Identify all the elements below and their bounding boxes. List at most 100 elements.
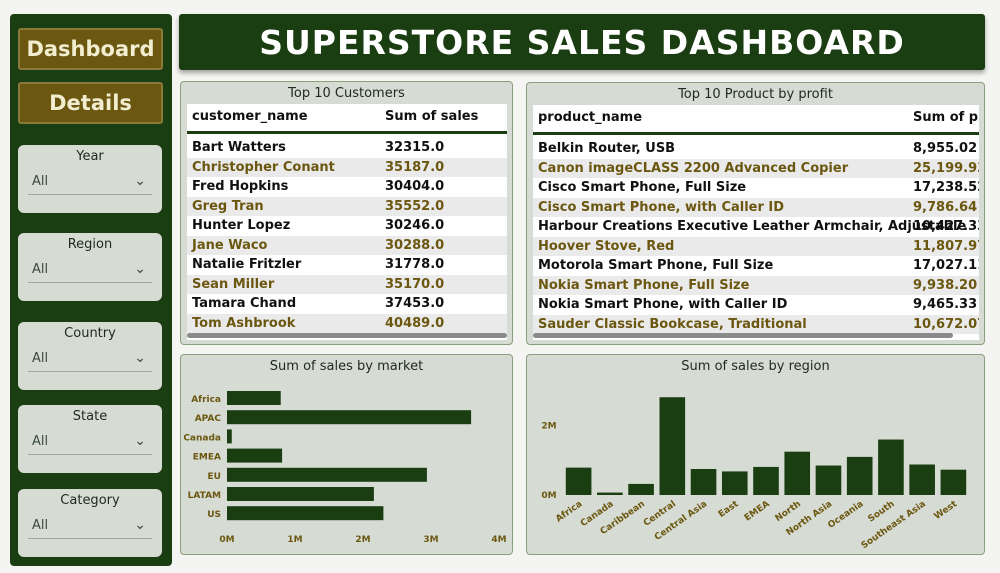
table-cell: 30288.0: [385, 237, 445, 253]
table-row[interactable]: Tom Ashbrook 40489.0: [187, 313, 507, 333]
table-cell: 35187.0: [385, 159, 445, 175]
bar[interactable]: [846, 456, 873, 495]
sales-by-region-chart: AfricaCanadaCaribbeanCentralCentral Asia…: [541, 397, 967, 551]
x-tick-label: 4M: [491, 535, 506, 545]
table-cell: 9,938.20: [913, 277, 978, 293]
table-cell: 17,027.11: [913, 258, 979, 273]
table-row[interactable]: Cisco Smart Phone, Full Size 17,238.52: [533, 178, 979, 198]
bar[interactable]: [628, 483, 654, 495]
bar[interactable]: [227, 391, 281, 405]
dropdown-value: All: [32, 262, 49, 277]
table-cell: Christopher Conant: [192, 159, 335, 175]
bar[interactable]: [659, 397, 686, 495]
bar[interactable]: [878, 439, 904, 495]
table-cell: Hunter Lopez: [192, 218, 291, 233]
chevron-down-icon: ⌄: [134, 261, 146, 277]
bar[interactable]: [227, 487, 374, 501]
table-cell: Tom Ashbrook: [192, 315, 296, 331]
table-row[interactable]: Motorola Smart Phone, Full Size 17,027.11: [533, 256, 979, 276]
table-cell: Fred Hopkins: [192, 179, 289, 194]
bar[interactable]: [227, 467, 427, 482]
table-row[interactable]: Nokia Smart Phone, Full Size 9,938.20: [533, 275, 979, 295]
bar[interactable]: [753, 466, 779, 495]
category-label: US: [207, 510, 221, 520]
table-row[interactable]: Bart Watters 32315.0: [187, 138, 507, 158]
column-header-product-name[interactable]: product_name: [538, 110, 642, 125]
bar[interactable]: [784, 451, 811, 495]
bar[interactable]: [227, 506, 384, 521]
category-dropdown[interactable]: All ⌄: [28, 513, 152, 539]
chevron-down-icon: ⌄: [134, 517, 146, 533]
column-header-sum-of-sales[interactable]: Sum of sales: [385, 109, 478, 124]
table-cell: Greg Tran: [192, 198, 264, 214]
x-tick-label: 1M: [287, 535, 302, 545]
table-cell: 25,199.93: [913, 160, 979, 176]
table-row[interactable]: Cisco Smart Phone, with Caller ID 9,786.6…: [533, 197, 979, 217]
dropdown-value: All: [32, 174, 49, 189]
products-table[interactable]: product_name Sum of pr Belkin Router, US…: [533, 105, 979, 340]
customers-table[interactable]: customer_name Sum of sales Bart Watters 3…: [187, 104, 507, 340]
table-cell: 8,955.02: [913, 141, 978, 156]
bar[interactable]: [227, 410, 472, 425]
top-products-panel: Top 10 Product by profit product_name Su…: [526, 82, 985, 345]
bar[interactable]: [227, 429, 232, 444]
bar[interactable]: [815, 465, 842, 495]
table-row[interactable]: Sean Miller 35170.0: [187, 274, 507, 294]
bar[interactable]: [940, 469, 967, 495]
table-row[interactable]: Hoover Stove, Red 11,807.97: [533, 236, 979, 256]
category-label: Oceania: [826, 499, 865, 531]
table-cell: 35170.0: [385, 276, 445, 292]
country-dropdown[interactable]: All ⌄: [28, 346, 152, 372]
table-row[interactable]: Jane Waco 30288.0: [187, 235, 507, 255]
chevron-down-icon: ⌄: [134, 350, 146, 366]
table-cell: 10,672.07: [913, 316, 979, 332]
bar[interactable]: [227, 448, 283, 463]
column-header-sum-of-profit[interactable]: Sum of pr: [913, 110, 979, 125]
region-dropdown[interactable]: All ⌄: [28, 257, 152, 283]
table-cell: Nokia Smart Phone, Full Size: [538, 277, 750, 293]
column-header-customer-name[interactable]: customer_name: [192, 109, 308, 124]
table-cell: Sauder Classic Bookcase, Traditional: [538, 316, 807, 332]
chevron-down-icon: ⌄: [134, 433, 146, 449]
table-row[interactable]: Belkin Router, USB 8,955.02: [533, 139, 979, 159]
category-label: EU: [208, 472, 221, 482]
table-row[interactable]: Nokia Smart Phone, with Caller ID 9,465.3…: [533, 295, 979, 315]
horizontal-scrollbar[interactable]: [187, 333, 507, 338]
bar[interactable]: [690, 469, 717, 495]
table-cell: 30404.0: [385, 179, 445, 194]
table-cell: Sean Miller: [192, 276, 275, 292]
table-cell: Motorola Smart Phone, Full Size: [538, 258, 774, 273]
table-cell: 40489.0: [385, 315, 445, 331]
year-dropdown[interactable]: All ⌄: [28, 169, 152, 195]
category-label: EMEA: [193, 453, 221, 463]
slicer-title: Category: [60, 493, 120, 508]
state-dropdown[interactable]: All ⌄: [28, 429, 152, 455]
table-row[interactable]: Christopher Conant 35187.0: [187, 157, 507, 177]
table-cell: 35552.0: [385, 198, 445, 214]
sales-by-region-panel: Sum of sales by region Africa Canada Carib…: [526, 354, 985, 555]
table-cell: Canon imageCLASS 2200 Advanced Copier: [538, 160, 849, 176]
table-row[interactable]: Canon imageCLASS 2200 Advanced Copier 25,…: [533, 158, 979, 178]
table-row[interactable]: Fred Hopkins 30404.0: [187, 177, 507, 197]
table-row[interactable]: Greg Tran 35552.0: [187, 196, 507, 216]
horizontal-scrollbar[interactable]: [533, 333, 953, 338]
table-row[interactable]: Natalie Fritzler 31778.0: [187, 255, 507, 275]
category-label: LATAM: [188, 491, 221, 501]
bar[interactable]: [565, 467, 592, 495]
table-cell: Tamara Chand: [192, 296, 297, 311]
bar[interactable]: [909, 464, 935, 495]
table-row[interactable]: Harbour Creations Executive Leather Armc…: [533, 217, 979, 237]
bar[interactable]: [597, 492, 623, 495]
sales-by-market-chart: Africa APAC Canada EMEA EU LATAM US 0M 1M 2M 3M 4M: [183, 391, 507, 545]
state-slicer: State All ⌄: [18, 405, 162, 473]
details-button[interactable]: Details: [18, 82, 163, 124]
y-tick-label: 0M: [541, 491, 556, 501]
table-row[interactable]: Hunter Lopez 30246.0: [187, 216, 507, 236]
category-label: Africa: [191, 395, 221, 405]
table-row[interactable]: Tamara Chand 37453.0: [187, 294, 507, 314]
category-label: EMEA: [743, 499, 772, 523]
bar[interactable]: [721, 471, 748, 495]
table-cell: Natalie Fritzler: [192, 257, 302, 272]
dashboard-button[interactable]: Dashboard: [18, 28, 163, 70]
table-row[interactable]: Sauder Classic Bookcase, Traditional 10,6…: [533, 314, 979, 334]
